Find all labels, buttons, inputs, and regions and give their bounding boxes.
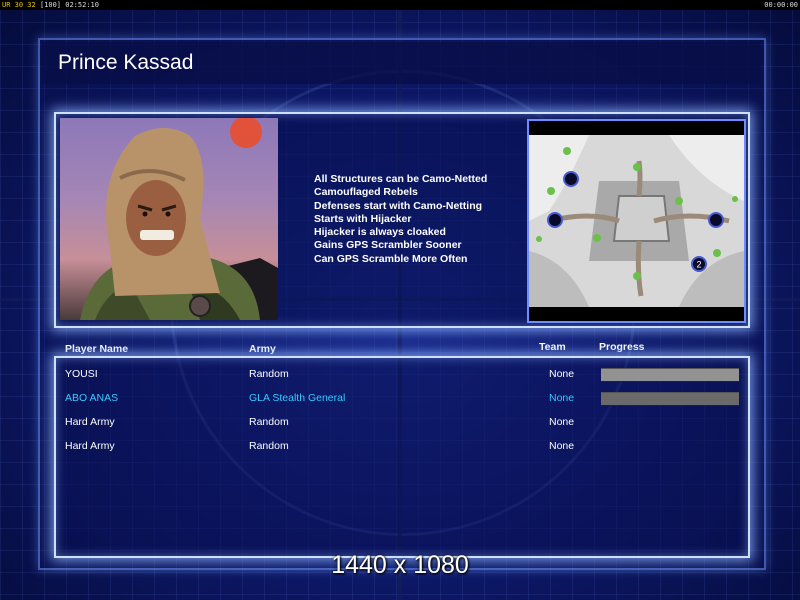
player-table (54, 356, 750, 558)
topbar-numbers: 30 32 (14, 1, 36, 9)
map-supply-depot (732, 196, 738, 202)
header-player-name: Player Name (65, 343, 129, 355)
header-progress: Progress (599, 341, 645, 353)
player-name: Hard Army (65, 416, 115, 428)
map-player-marker-label: 2 (696, 260, 701, 270)
player-team: None (549, 392, 575, 404)
table-row: ABO ANAS GLA Stealth General None (0, 388, 800, 408)
portrait-grenade (189, 295, 211, 317)
topbar-time: 02:52:10 (65, 1, 99, 9)
feature-item: Hijacker is always cloaked (314, 226, 446, 239)
map-supply-depot (633, 163, 641, 171)
map-start-position (547, 212, 563, 228)
portrait-face (126, 180, 186, 256)
general-portrait (60, 118, 278, 320)
player-army: GLA Stealth General (249, 392, 346, 404)
progress-fill (601, 369, 739, 381)
portrait-eye-right (165, 211, 171, 217)
player-team: None (549, 368, 575, 380)
player-army: Random (249, 416, 289, 428)
topbar-right-time: 00:00:00 (764, 1, 798, 9)
feature-item: Gains GPS Scrambler Sooner (314, 239, 462, 252)
progress-bar (601, 392, 739, 406)
map-supply-depot (675, 197, 683, 205)
player-army: Random (249, 368, 289, 380)
map-supply-depot (563, 147, 571, 155)
page-title: Prince Kassad (58, 51, 194, 74)
topbar-bracket: [100] (39, 1, 62, 9)
player-name: YOUSI (65, 368, 98, 380)
map-supply-depot (593, 234, 601, 242)
progress-bar (601, 368, 739, 382)
header-army: Army (249, 343, 276, 355)
player-team: None (549, 440, 575, 452)
table-row: YOUSI Random None (0, 364, 800, 384)
player-name: ABO ANAS (65, 392, 119, 404)
map-preview: 2 (527, 119, 746, 323)
player-army: Random (249, 440, 289, 452)
feature-item: Can GPS Scramble More Often (314, 252, 468, 265)
portrait-sun (230, 118, 262, 148)
topbar-prefix: UR (2, 1, 11, 9)
header-team: Team (539, 341, 566, 353)
map-road-4 (635, 240, 644, 297)
feature-item: Starts with Hijacker (314, 212, 412, 225)
feature-item: All Structures can be Camo-Netted (314, 173, 488, 185)
map-start-position (563, 171, 579, 187)
table-row: Hard Army Random None (0, 412, 800, 432)
map-image: 2 (529, 135, 744, 307)
table-row: Hard Army Random None (0, 436, 800, 456)
map-supply-depot (536, 236, 542, 242)
resolution-overlay: 1440 x 1080 (331, 551, 469, 579)
general-features-list: All Structures can be Camo-Netted Camouf… (314, 173, 487, 266)
portrait-teeth (140, 230, 174, 240)
map-supply-depot (713, 249, 721, 257)
feature-item: Camouflaged Rebels (314, 186, 418, 199)
feature-item: Defenses start with Camo-Netting (314, 199, 483, 212)
map-supply-depot (547, 187, 555, 195)
portrait-eye-left (142, 211, 148, 217)
portrait-image (80, 118, 278, 320)
map-start-position (708, 212, 724, 228)
map-supply-depot (633, 272, 641, 280)
debug-topbar: UR 30 32 [100] 02:52:10 00:00:00 (0, 0, 800, 10)
player-name: Hard Army (65, 440, 115, 452)
player-team: None (549, 416, 575, 428)
